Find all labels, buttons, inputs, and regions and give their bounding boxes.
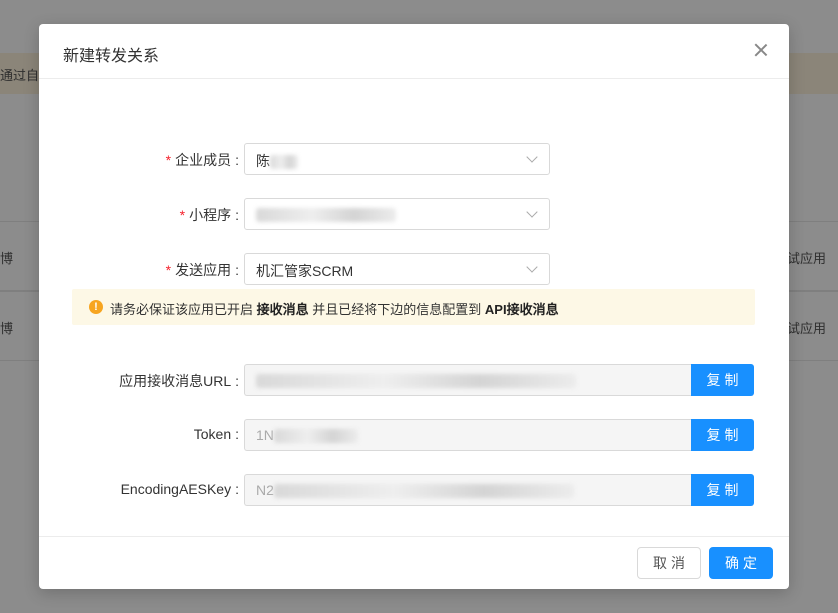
required-mark: *	[165, 152, 172, 168]
token-label: Token:	[193, 426, 239, 442]
create-forward-dialog: 新建转发关系 *企业成员: 陈 *小程序: *发送应用: 机汇管家SCRM	[39, 24, 789, 589]
dialog-title: 新建转发关系	[63, 48, 160, 65]
member-label: * 企业成员:	[165, 152, 239, 168]
confirm-button[interactable]: 确定	[709, 547, 773, 579]
chevron-down-icon	[526, 206, 538, 218]
url-label: 应用接收消息URL:	[119, 373, 239, 389]
close-icon[interactable]	[753, 42, 769, 58]
copy-token-button[interactable]: 复制	[691, 419, 754, 451]
dialog-body: * 企业成员: 陈 * 小程序: * 发送应用: 机汇管家SCRM ! 请务必保…	[39, 80, 789, 536]
url-field[interactable]	[244, 364, 692, 396]
send-app-select[interactable]: 机汇管家SCRM	[244, 253, 550, 285]
token-field-value: 1N	[256, 427, 358, 444]
form-row-send-app: * 发送应用: 机汇管家SCRM	[39, 253, 789, 285]
dialog-footer: 取消 确定	[39, 536, 789, 589]
send-app-label: * 发送应用:	[165, 262, 239, 278]
aes-key-field-value: N2	[256, 482, 574, 499]
mini-program-select[interactable]	[244, 198, 550, 230]
warning-icon: !	[89, 300, 103, 314]
copy-url-button[interactable]: 复制	[691, 364, 754, 396]
alert-text: 请务必保证该应用已开启 接收消息 并且已经将下边的信息配置到 API接收消息	[110, 302, 559, 317]
copy-aes-key-button[interactable]: 复制	[691, 474, 754, 506]
form-row-token: Token: 1N 复制	[39, 419, 789, 451]
send-app-select-value: 机汇管家SCRM	[256, 263, 354, 279]
cancel-button[interactable]: 取消	[637, 547, 701, 579]
warning-alert: ! 请务必保证该应用已开启 接收消息 并且已经将下边的信息配置到 API接收消息	[72, 289, 755, 325]
form-row-url: 应用接收消息URL: 复制	[39, 364, 789, 396]
mini-program-select-value	[256, 206, 396, 223]
aes-key-label: EncodingAESKey:	[120, 481, 239, 497]
required-mark: *	[179, 207, 186, 223]
member-select-value: 陈	[256, 151, 298, 171]
dialog-header: 新建转发关系	[39, 24, 789, 79]
token-field[interactable]: 1N	[244, 419, 692, 451]
chevron-down-icon	[526, 151, 538, 163]
aes-key-field[interactable]: N2	[244, 474, 692, 506]
url-field-value	[256, 372, 576, 389]
form-row-mini-program: * 小程序:	[39, 198, 789, 230]
member-select[interactable]: 陈	[244, 143, 550, 175]
form-row-member: * 企业成员: 陈	[39, 143, 789, 175]
chevron-down-icon	[526, 261, 538, 273]
form-row-aes-key: EncodingAESKey: N2 复制	[39, 474, 789, 506]
mini-program-label: * 小程序:	[179, 207, 239, 223]
required-mark: *	[165, 262, 172, 278]
